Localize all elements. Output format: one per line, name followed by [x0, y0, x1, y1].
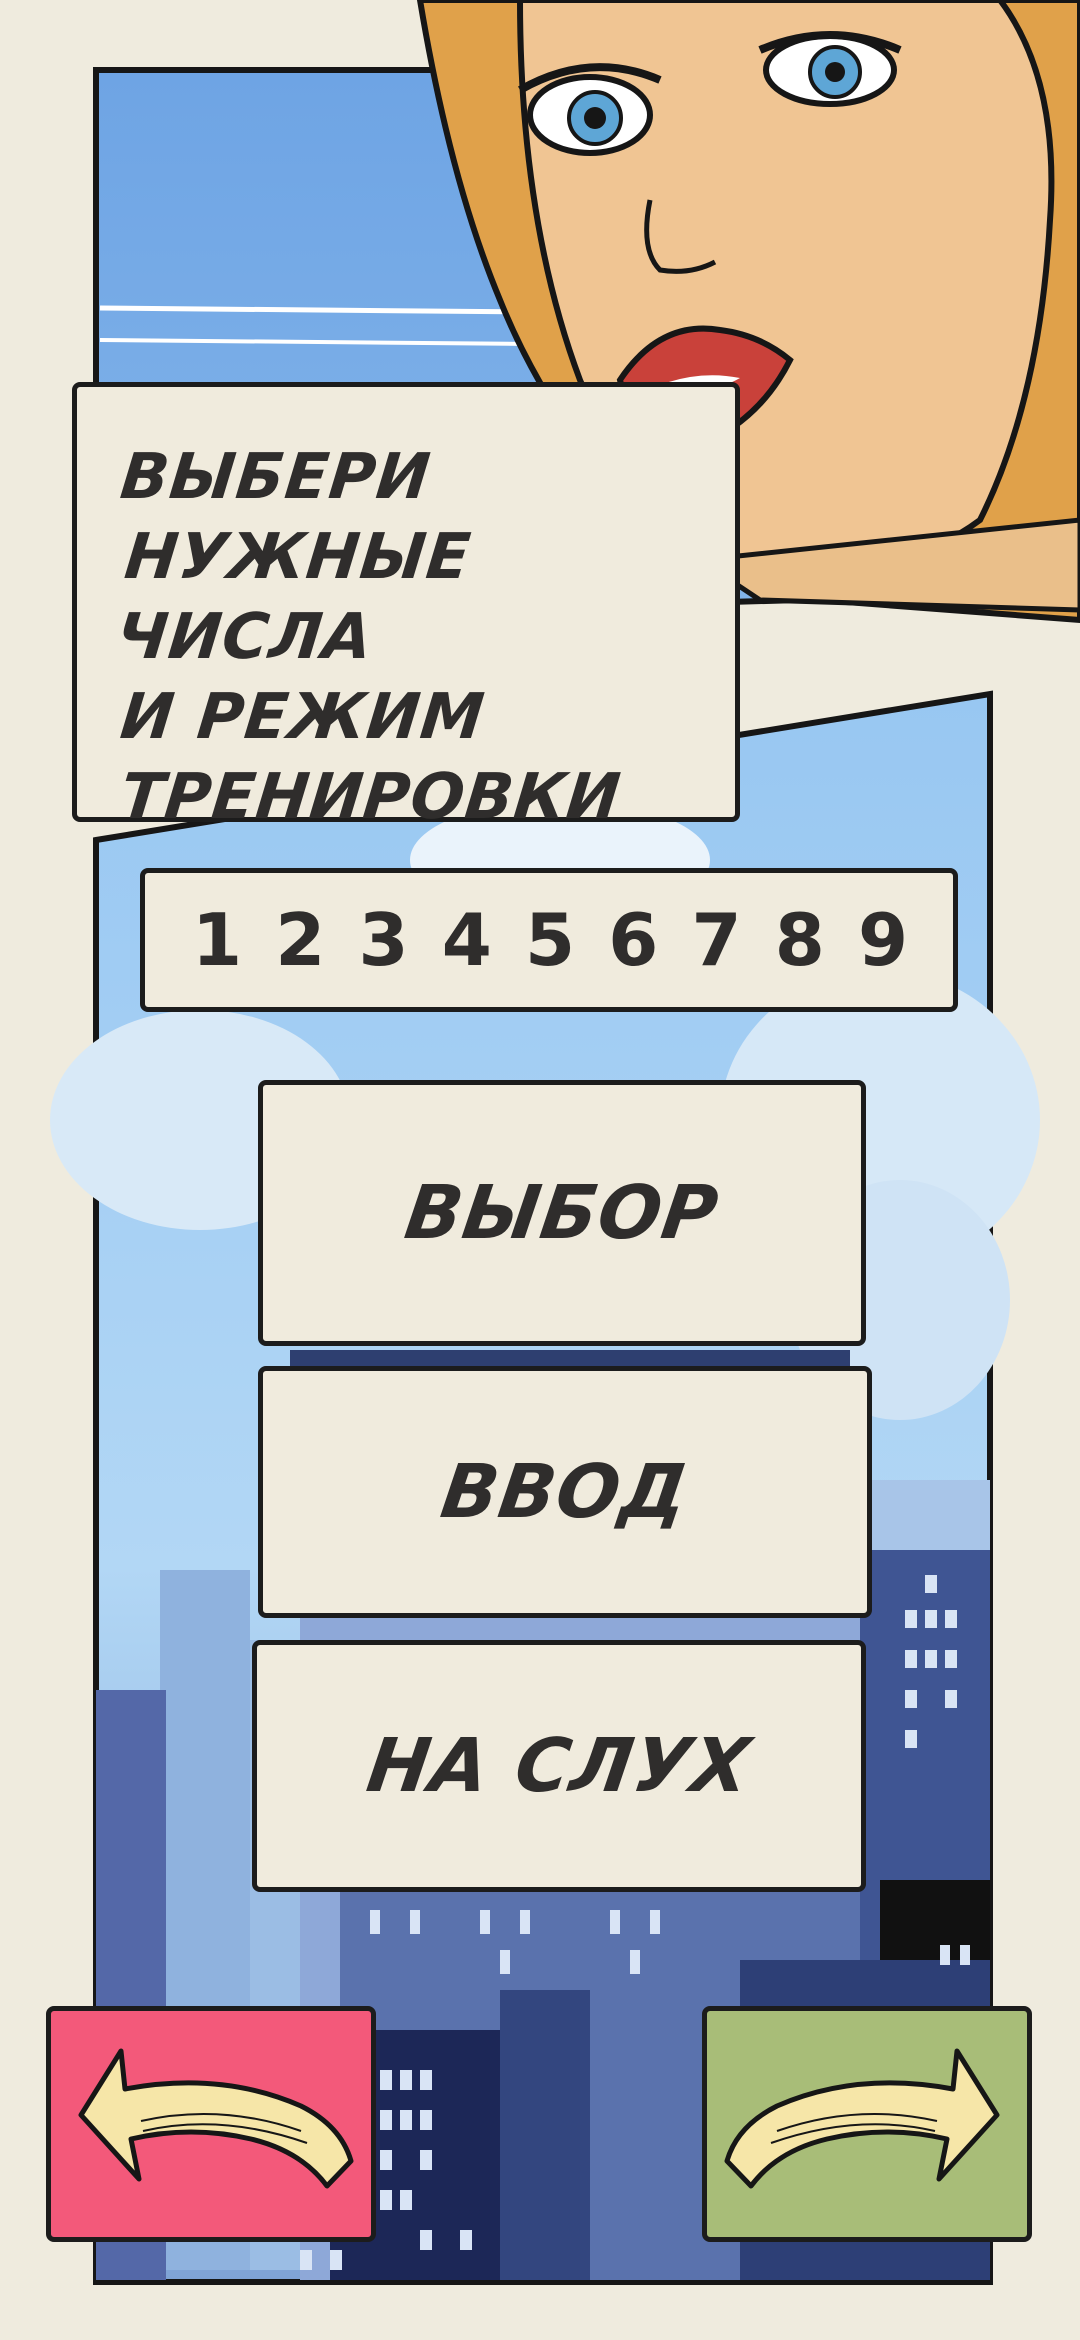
mode-ear-button[interactable]: НА СЛУХ: [252, 1640, 866, 1892]
number-1-toggle[interactable]: 1: [185, 898, 249, 982]
number-3-toggle[interactable]: 3: [352, 898, 416, 982]
number-7-toggle[interactable]: 7: [685, 898, 749, 982]
number-8-toggle[interactable]: 8: [768, 898, 832, 982]
mode-input-button[interactable]: ВВОД: [258, 1366, 872, 1618]
number-4-toggle[interactable]: 4: [435, 898, 499, 982]
number-2-toggle[interactable]: 2: [268, 898, 332, 982]
curved-arrow-right-icon: [724, 2048, 1000, 2189]
instruction-panel: Выбери нужные числа и режим тренировки: [72, 382, 740, 833]
curved-arrow-left-icon: [78, 2048, 354, 2189]
next-button[interactable]: [702, 2006, 1032, 2242]
back-button[interactable]: [46, 2006, 376, 2242]
mode-ear-label: НА СЛУХ: [362, 1723, 756, 1809]
instruction-line-4: тренировки: [117, 760, 625, 833]
instruction-line-3: и режим: [117, 680, 489, 753]
mode-choice-button[interactable]: ВЫБОР: [258, 1080, 866, 1346]
instruction-line-2: нужные числа: [113, 520, 475, 673]
number-9-toggle[interactable]: 9: [851, 898, 915, 982]
number-selector: 1 2 3 4 5 6 7 8 9: [140, 868, 958, 1012]
mode-input-label: ВВОД: [436, 1449, 694, 1535]
number-5-toggle[interactable]: 5: [518, 898, 582, 982]
number-6-toggle[interactable]: 6: [601, 898, 665, 982]
instruction-line-1: Выбери: [117, 440, 435, 513]
mode-choice-label: ВЫБОР: [400, 1170, 724, 1256]
